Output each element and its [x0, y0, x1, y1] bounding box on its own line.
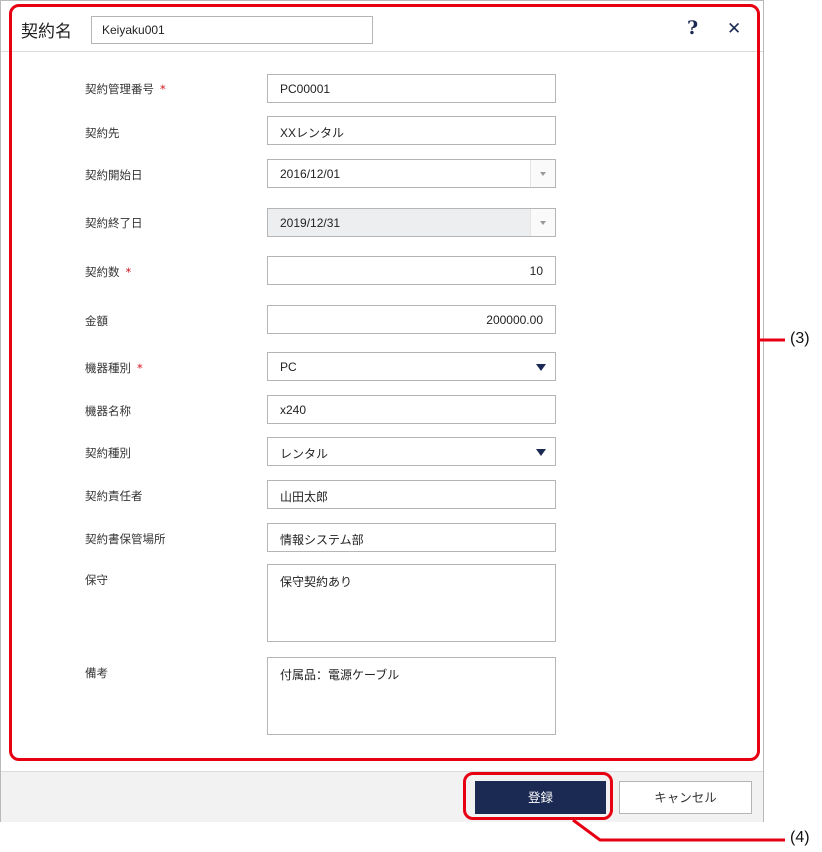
- callout-4-line: [572, 818, 785, 842]
- annotation-lines: [572, 338, 785, 842]
- callout-3-label: (3): [790, 330, 810, 347]
- callout-4-label: (4): [790, 829, 810, 846]
